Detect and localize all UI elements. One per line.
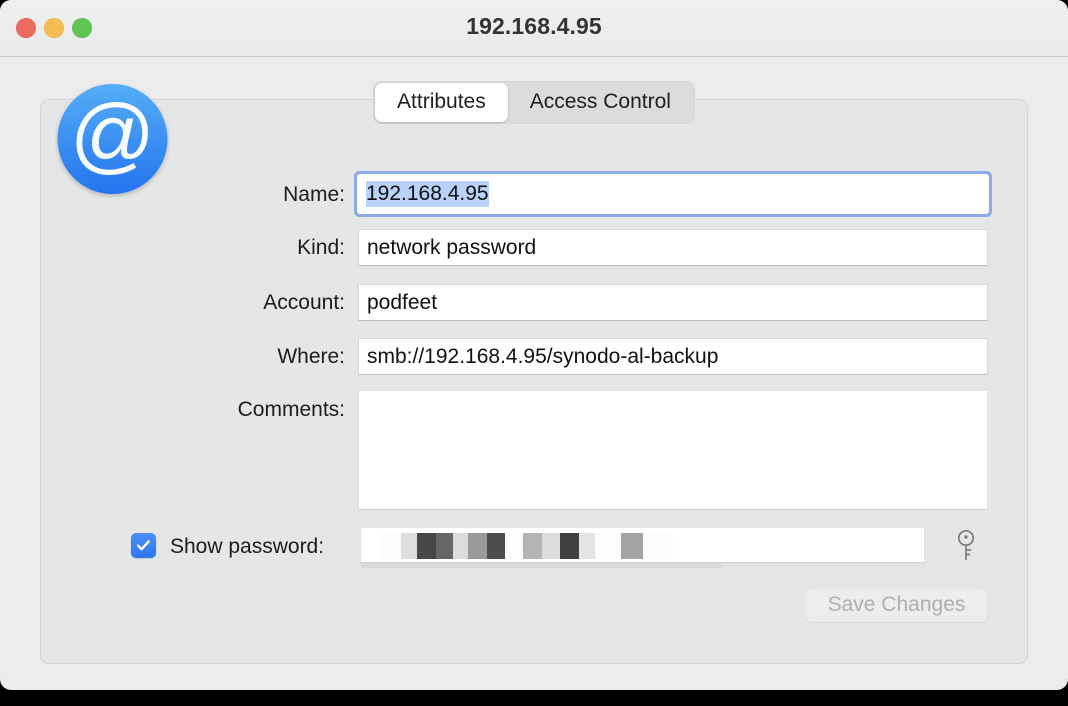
tab-bar: Attributes Access Control — [0, 81, 1068, 124]
tab-attributes[interactable]: Attributes — [375, 83, 508, 122]
title-bar: 192.168.4.95 — [0, 0, 1068, 57]
tab-access-control[interactable]: Access Control — [508, 83, 693, 122]
keychain-item-window: 192.168.4.95 Attributes Access Control @ — [0, 0, 1068, 690]
name-input[interactable]: 192.168.4.95 — [358, 175, 988, 213]
password-scrollbar-track[interactable] — [360, 562, 925, 569]
name-label: Name: — [175, 183, 345, 207]
kind-label: Kind: — [175, 236, 345, 260]
comments-textarea[interactable] — [358, 390, 988, 510]
password-input[interactable] — [360, 527, 925, 565]
account-input[interactable]: podfeet — [358, 284, 988, 321]
kind-input[interactable]: network password — [358, 229, 988, 266]
where-label: Where: — [175, 345, 345, 369]
where-input-value: smb://192.168.4.95/synodo-al-backup — [367, 345, 718, 369]
save-changes-button[interactable]: Save Changes — [805, 588, 988, 622]
show-password-checkbox[interactable] — [131, 533, 156, 558]
name-input-value: 192.168.4.95 — [366, 181, 489, 207]
key-icon[interactable] — [953, 528, 979, 569]
account-input-value: podfeet — [367, 291, 437, 315]
checkmark-icon — [135, 537, 152, 554]
window-title: 192.168.4.95 — [0, 13, 1068, 40]
segmented-control: Attributes Access Control — [373, 81, 695, 124]
show-password-label: Show password: — [170, 535, 350, 559]
kind-input-value: network password — [367, 236, 536, 260]
comments-label: Comments: — [175, 398, 345, 422]
where-input[interactable]: smb://192.168.4.95/synodo-al-backup — [358, 338, 988, 375]
password-redaction — [361, 528, 673, 564]
password-scrollbar-thumb[interactable] — [360, 563, 722, 568]
account-label: Account: — [175, 291, 345, 315]
